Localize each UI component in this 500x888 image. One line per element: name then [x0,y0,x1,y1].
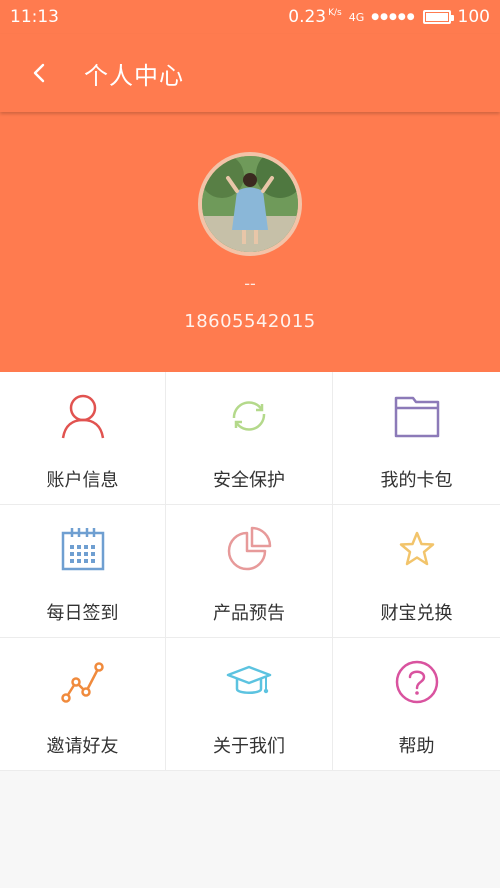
star-icon [399,531,434,566]
battery-icon [422,10,454,24]
menu-item-label: 产品预告 [213,603,285,624]
status-bar: 11:13 0.23 K/s 4G ●●●●● 100 [0,0,500,34]
help-circle-icon [395,660,438,704]
menu-item-label: 账户信息 [46,470,119,491]
page-title: 个人中心 [84,61,184,90]
nickname: -- [244,274,256,293]
network-type: 4G [348,10,365,24]
menu-item-invite-friends[interactable]: 邀请好友 [0,638,166,771]
graduation-cap-icon [226,665,272,694]
phone-number: 18605542015 [184,311,316,332]
menu-item-label: 安全保护 [213,470,285,491]
menu-item-card-wallet[interactable]: 我的卡包 [333,372,500,505]
avatar-photo [202,156,298,252]
refresh-icon [232,401,266,431]
menu-item-label: 邀请好友 [46,736,119,757]
back-button[interactable] [0,34,78,112]
menu-item-treasure-exchange[interactable]: 财宝兑换 [333,505,500,638]
signal-strength-icon: ●●●●● [371,12,416,22]
user-icon [61,394,104,439]
status-time: 11:13 [10,7,59,27]
calendar-icon [61,528,104,571]
chevron-left-icon [33,63,45,83]
menu-item-help[interactable]: 帮助 [333,638,500,771]
network-speed: 0.23 K/s [288,7,342,27]
battery-level: 100 [457,7,490,27]
pie-chart-icon [227,526,272,571]
menu-item-about-us[interactable]: 关于我们 [166,638,333,771]
avatar[interactable] [198,152,302,256]
menu-item-security[interactable]: 安全保护 [166,372,333,505]
status-indicators: 0.23 K/s 4G ●●●●● 100 [288,7,490,27]
menu-item-product-preview[interactable]: 产品预告 [166,505,333,638]
menu-item-label: 帮助 [398,736,435,757]
menu-item-label: 财宝兑换 [380,603,453,624]
menu-item-account-info[interactable]: 账户信息 [0,372,166,505]
menu-item-label: 每日签到 [46,603,119,624]
profile-header: -- 18605542015 [0,112,500,372]
folder-icon [394,396,439,438]
menu-item-daily-checkin[interactable]: 每日签到 [0,505,166,638]
menu-item-label: 关于我们 [213,736,285,757]
menu-item-label: 我的卡包 [380,470,453,491]
app-bar: 个人中心 [0,34,500,112]
trend-line-icon [60,662,104,703]
menu-grid: 账户信息 安全保护 我的卡包 每日签到 产品预告 财宝兑换 邀请好友 关于我们 … [0,372,500,771]
